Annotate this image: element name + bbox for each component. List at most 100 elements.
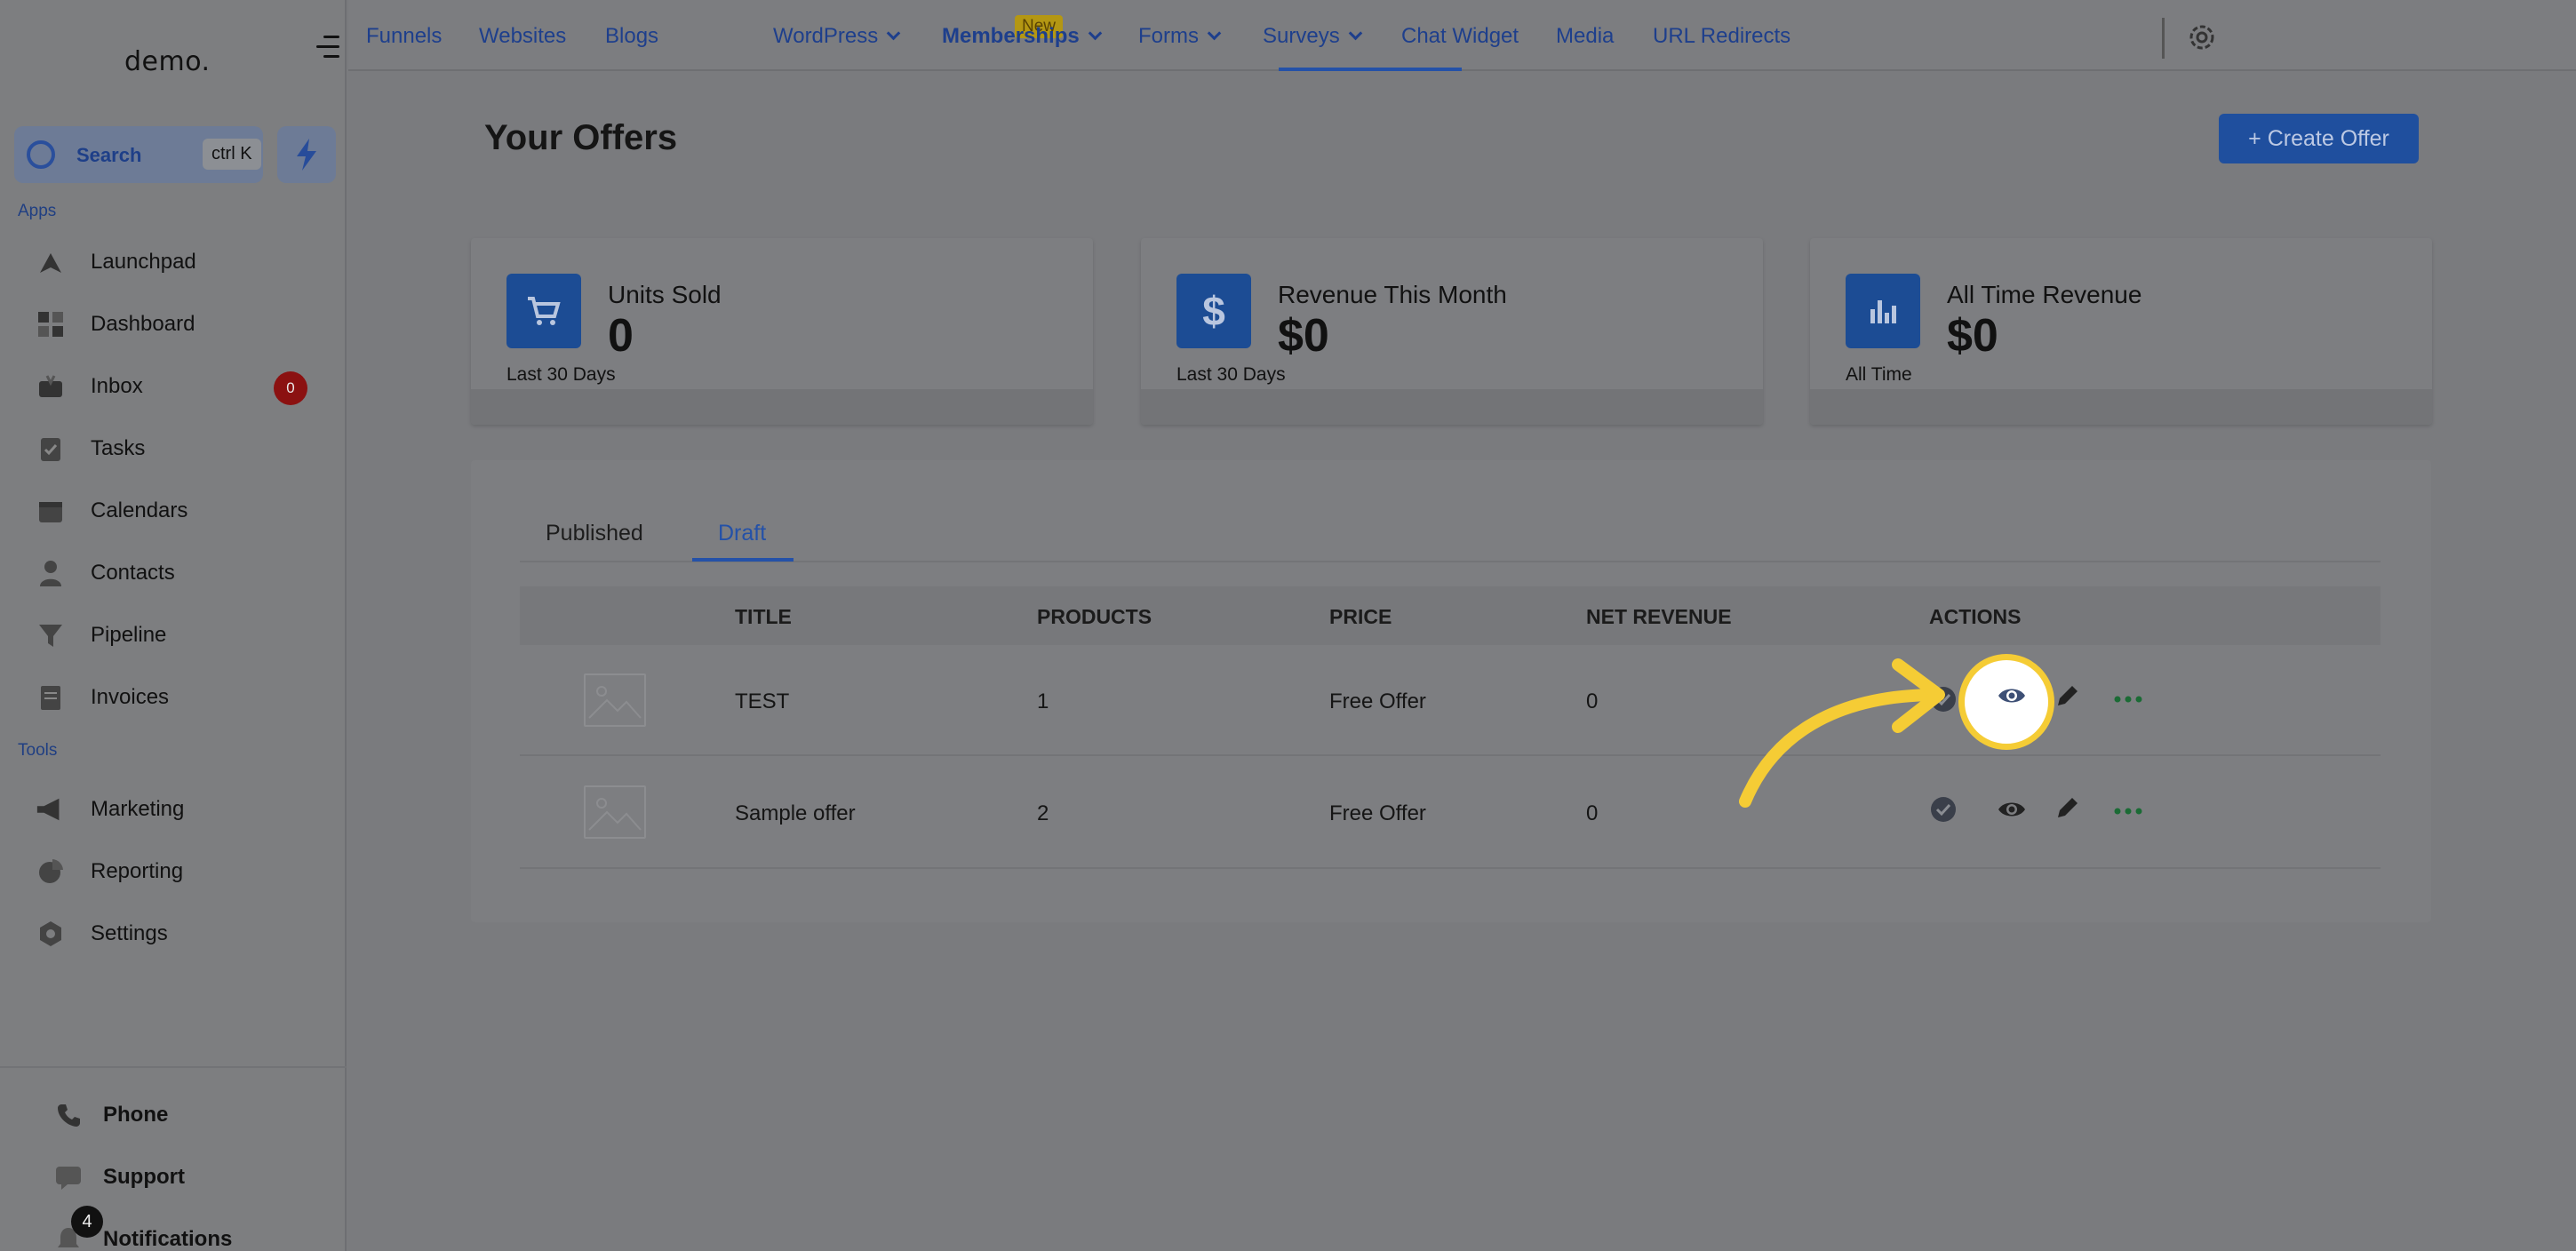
preview-eye-icon[interactable] bbox=[1997, 794, 2027, 825]
tab-wordpress[interactable]: WordPress bbox=[773, 24, 901, 49]
gear-icon[interactable] bbox=[2186, 21, 2218, 53]
stat-card-all-time-revenue: All Time Revenue $0 All Time bbox=[1810, 238, 2432, 425]
top-nav: Funnels Websites Blogs New WordPress Mem… bbox=[348, 0, 2576, 71]
column-header-price: PRICE bbox=[1329, 605, 1392, 628]
chevron-down-icon bbox=[1088, 26, 1102, 41]
sidebar-item-pipeline[interactable]: Pipeline bbox=[36, 613, 329, 657]
tab-media[interactable]: Media bbox=[1556, 24, 1614, 49]
chevron-down-icon bbox=[886, 26, 901, 41]
tools-section-title: Tools bbox=[18, 741, 58, 760]
column-header-title: TITLE bbox=[735, 605, 792, 628]
sidebar-item-launchpad[interactable]: Launchpad bbox=[36, 240, 329, 284]
table-header bbox=[520, 586, 2381, 645]
sidebar-item-label: Reporting bbox=[91, 859, 184, 883]
offer-thumbnail-image-icon bbox=[584, 673, 646, 727]
sidebar-item-label: Pipeline bbox=[91, 623, 167, 647]
offer-products: 1 bbox=[1037, 689, 1049, 713]
offer-net-revenue: 0 bbox=[1586, 801, 1599, 825]
sidebar-item-label: Launchpad bbox=[91, 250, 196, 274]
inbox-count-badge: 0 bbox=[274, 371, 307, 405]
annotation-arrow-icon bbox=[1739, 658, 1945, 808]
nav-divider bbox=[2162, 18, 2165, 59]
offer-price: Free Offer bbox=[1329, 801, 1426, 825]
stat-value: 0 bbox=[608, 310, 634, 362]
sidebar-item-tasks[interactable]: Tasks bbox=[36, 426, 329, 471]
tab-label: Surveys bbox=[1263, 24, 1340, 48]
tab-url-redirects[interactable]: URL Redirects bbox=[1653, 24, 1790, 49]
stat-period: Last 30 Days bbox=[1176, 364, 1286, 385]
search-shortcut: ctrl K bbox=[203, 139, 261, 170]
notifications-count-badge: 4 bbox=[71, 1206, 103, 1238]
sidebar: demo. Search ctrl K Apps Launchpad Dashb… bbox=[0, 0, 347, 1251]
tab-label: WordPress bbox=[773, 24, 879, 48]
person-icon bbox=[36, 558, 66, 588]
tab-websites[interactable]: Websites bbox=[479, 24, 566, 49]
tab-blogs[interactable]: Blogs bbox=[605, 24, 658, 49]
sidebar-item-label: Invoices bbox=[91, 685, 170, 709]
sidebar-item-marketing[interactable]: Marketing bbox=[36, 787, 329, 832]
stat-period: All Time bbox=[1846, 364, 1912, 385]
offer-products: 2 bbox=[1037, 801, 1049, 825]
tab-memberships[interactable]: Memberships bbox=[942, 24, 1102, 49]
inbox-icon bbox=[36, 371, 66, 402]
grid-icon bbox=[36, 309, 66, 339]
sidebar-item-phone[interactable]: Phone bbox=[53, 1093, 347, 1137]
stat-value: $0 bbox=[1947, 310, 1998, 362]
more-options-icon[interactable] bbox=[2113, 684, 2143, 714]
offer-thumbnail-image-icon bbox=[584, 785, 646, 839]
tab-published[interactable]: Published bbox=[546, 521, 643, 546]
chevron-down-icon bbox=[1348, 26, 1362, 41]
rocket-icon bbox=[36, 247, 66, 277]
sidebar-item-dashboard[interactable]: Dashboard bbox=[36, 302, 329, 347]
tabs-divider bbox=[520, 561, 2381, 562]
sidebar-item-label: Support bbox=[103, 1165, 185, 1189]
stat-period: Last 30 Days bbox=[506, 364, 616, 385]
edit-pencil-icon[interactable] bbox=[2053, 793, 2083, 823]
collapse-menu-icon[interactable] bbox=[313, 32, 339, 62]
offer-title[interactable]: Sample offer bbox=[735, 801, 856, 826]
tab-chat-widget[interactable]: Chat Widget bbox=[1401, 24, 1519, 49]
tab-surveys[interactable]: Surveys bbox=[1263, 24, 1362, 49]
more-options-icon[interactable] bbox=[2113, 796, 2143, 826]
apps-section-title: Apps bbox=[18, 202, 57, 220]
tab-draft[interactable]: Draft bbox=[718, 521, 766, 546]
edit-pencil-icon[interactable] bbox=[2053, 681, 2083, 711]
sidebar-item-calendars[interactable]: Calendars bbox=[36, 489, 329, 533]
sidebar-item-contacts[interactable]: Contacts bbox=[36, 551, 329, 595]
clipboard-icon bbox=[36, 434, 66, 464]
chat-icon bbox=[53, 1162, 84, 1192]
tab-funnels[interactable]: Funnels bbox=[366, 24, 442, 49]
sidebar-item-label: Inbox bbox=[91, 374, 143, 398]
funnel-icon bbox=[36, 620, 66, 650]
page-title: Your Offers bbox=[484, 118, 678, 157]
sidebar-item-settings[interactable]: Settings bbox=[36, 912, 329, 956]
stat-value: $0 bbox=[1278, 310, 1329, 362]
calendar-icon bbox=[36, 496, 66, 526]
sidebar-item-support[interactable]: Support bbox=[53, 1155, 347, 1199]
sidebar-item-label: Marketing bbox=[91, 797, 185, 821]
tab-forms[interactable]: Forms bbox=[1138, 24, 1222, 49]
column-header-net-revenue: NET REVENUE bbox=[1586, 605, 1732, 628]
hexagon-gear-icon bbox=[36, 919, 66, 949]
stat-label: Units Sold bbox=[608, 281, 722, 308]
stat-label: All Time Revenue bbox=[1947, 281, 2142, 308]
sidebar-item-label: Dashboard bbox=[91, 312, 195, 336]
pie-chart-icon bbox=[36, 857, 66, 887]
create-offer-button[interactable]: + Create Offer bbox=[2219, 114, 2419, 163]
stat-card-units-sold: Units Sold 0 Last 30 Days bbox=[471, 238, 1093, 425]
sidebar-item-invoices[interactable]: Invoices bbox=[36, 675, 329, 720]
offer-title[interactable]: TEST bbox=[735, 689, 789, 714]
preview-eye-icon[interactable] bbox=[1997, 681, 2027, 711]
search-button[interactable]: Search ctrl K bbox=[14, 126, 263, 183]
row-divider bbox=[520, 754, 2381, 756]
stat-footer bbox=[1810, 389, 2432, 425]
offer-net-revenue: 0 bbox=[1586, 689, 1599, 713]
tab-label: Memberships bbox=[942, 24, 1080, 48]
stat-footer bbox=[471, 389, 1093, 425]
quick-actions-bolt-icon[interactable] bbox=[277, 126, 336, 183]
sidebar-item-reporting[interactable]: Reporting bbox=[36, 849, 329, 894]
stat-footer bbox=[1141, 389, 1763, 425]
chevron-down-icon bbox=[1207, 26, 1222, 41]
bar-chart-icon bbox=[1846, 274, 1920, 348]
logo: demo. bbox=[124, 46, 211, 77]
